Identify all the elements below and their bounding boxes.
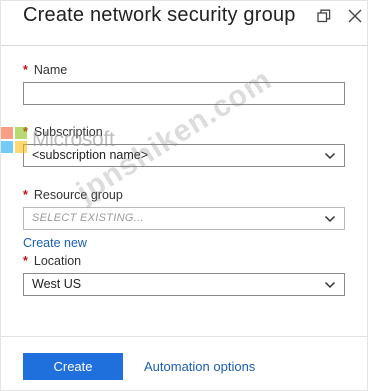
required-marker: *: [23, 63, 28, 77]
close-button[interactable]: [346, 7, 364, 25]
microsoft-squares-icon: [1, 127, 27, 153]
required-marker: *: [23, 188, 28, 202]
resource-group-label: * Resource group: [23, 188, 123, 202]
restore-icon: [317, 9, 331, 23]
microsoft-wordmark: Microsoft: [32, 128, 115, 151]
blade-title: Create network security group: [23, 4, 296, 26]
create-new-resource-group-link[interactable]: Create new: [23, 236, 87, 250]
automation-options-link[interactable]: Automation options: [144, 359, 255, 374]
location-dropdown[interactable]: West US: [23, 273, 345, 296]
chevron-down-icon: [324, 281, 336, 289]
chevron-down-icon: [324, 215, 336, 223]
close-icon: [348, 9, 362, 23]
name-input[interactable]: [23, 82, 345, 105]
microsoft-logo-watermark: Microsoft: [1, 127, 115, 153]
title-divider: [1, 45, 368, 46]
chevron-down-icon: [324, 152, 336, 160]
restore-window-button[interactable]: [315, 7, 333, 25]
location-value: West US: [32, 277, 82, 291]
footer-divider: [1, 336, 368, 337]
resource-group-value: SELECT EXISTING...: [32, 212, 144, 224]
location-label: * Location: [23, 254, 82, 268]
create-button[interactable]: Create: [23, 353, 123, 380]
resource-group-dropdown[interactable]: SELECT EXISTING...: [23, 207, 345, 230]
name-label: * Name: [23, 63, 68, 77]
create-nsg-blade: Create network security group *Name *Sub…: [0, 0, 368, 391]
required-marker: *: [23, 254, 28, 268]
